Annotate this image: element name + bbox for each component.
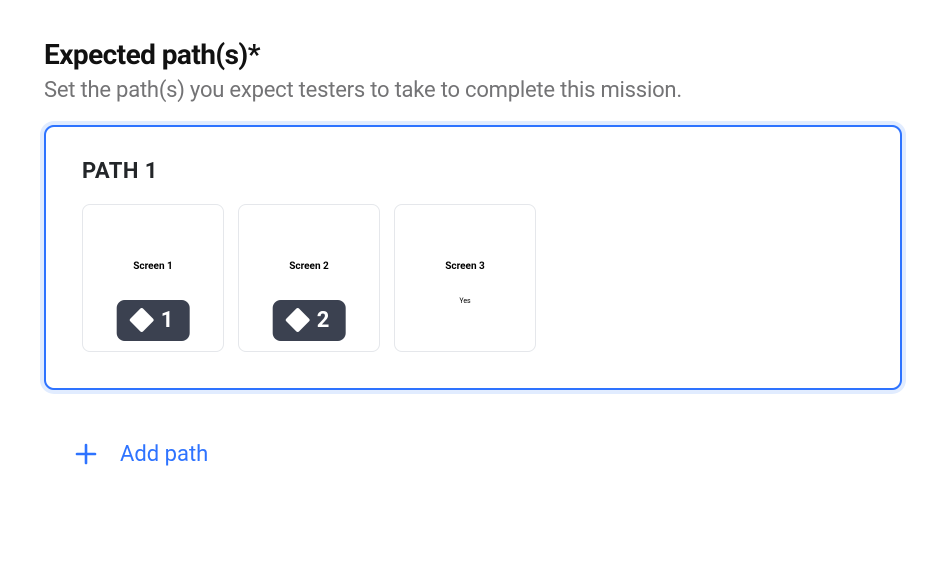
screen-order-badge: 1 [117, 300, 190, 341]
badge-number: 1 [161, 308, 174, 333]
add-path-label: Add path [120, 442, 208, 467]
screens-row: Screen 1 1 Screen 2 2 Screen 3 Yes [82, 204, 864, 352]
add-path-button[interactable]: Add path [74, 442, 208, 467]
section-subtitle: Set the path(s) you expect testers to ta… [44, 78, 902, 103]
screen-label: Screen 3 [395, 261, 535, 272]
badge-number: 2 [317, 308, 330, 333]
diamond-icon [285, 307, 310, 332]
section-title: Expected path(s)* [44, 38, 902, 72]
plus-icon [74, 442, 98, 466]
diamond-icon [129, 307, 154, 332]
screen-sub-label: Yes [395, 297, 535, 305]
screen-label: Screen 2 [239, 261, 379, 272]
screen-thumbnail[interactable]: Screen 1 1 [82, 204, 224, 352]
screen-thumbnail[interactable]: Screen 2 2 [238, 204, 380, 352]
path-title: PATH 1 [82, 159, 864, 184]
screen-thumbnail[interactable]: Screen 3 Yes [394, 204, 536, 352]
screen-order-badge: 2 [273, 300, 346, 341]
screen-label: Screen 1 [83, 261, 223, 272]
path-card[interactable]: PATH 1 Screen 1 1 Screen 2 2 [44, 125, 902, 390]
